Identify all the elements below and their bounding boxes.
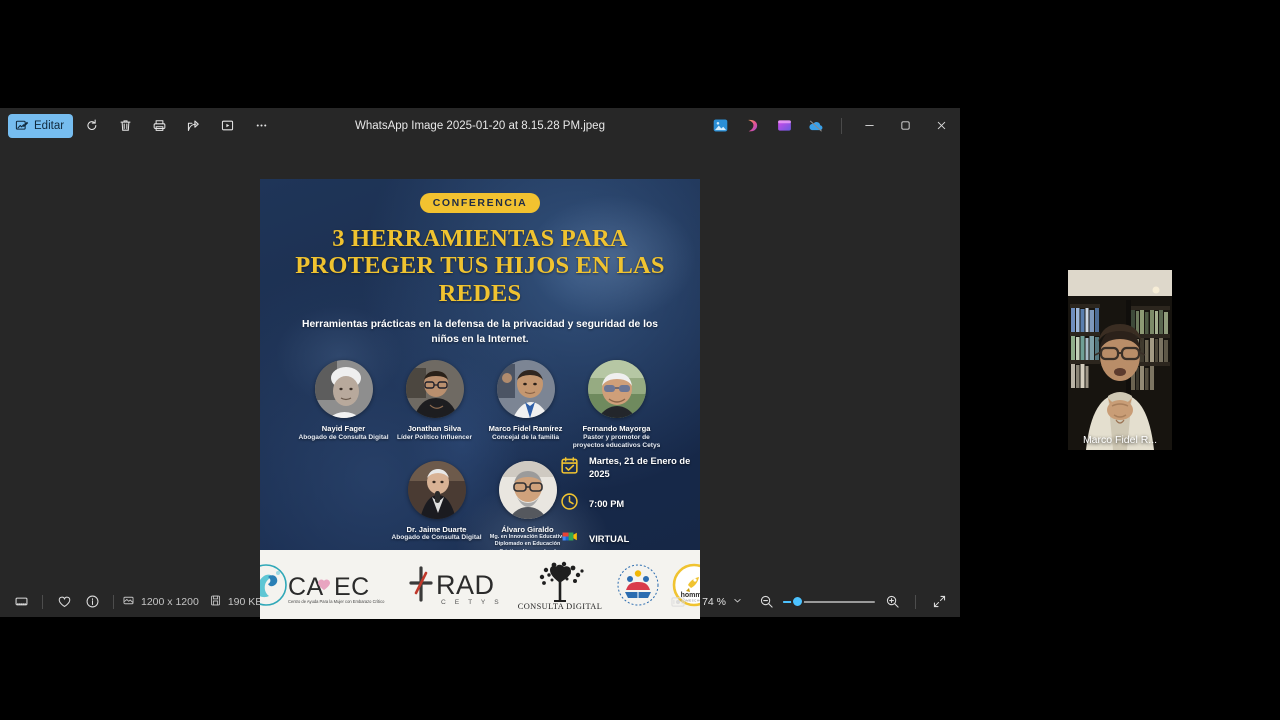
titlebar-divider (841, 117, 842, 134)
speaker-card: Marco Fidel Ramírez Concejal de la famil… (489, 360, 562, 451)
more-icon[interactable] (245, 113, 277, 139)
svg-text:CONSULTA DIGITAL: CONSULTA DIGITAL (518, 602, 603, 611)
screen: Editar WhatsApp Image 2025-01-20 at 8.15… (0, 0, 1280, 720)
favorite-icon[interactable] (51, 590, 77, 614)
rotate-icon[interactable] (75, 113, 107, 139)
zoom-out-icon[interactable] (753, 590, 779, 614)
image-dimensions-group: 1200 x 1200 (122, 594, 199, 610)
statusbar-right-group: 74 % (665, 590, 960, 614)
participant-video-tile[interactable]: Marco Fidel R... (1068, 270, 1172, 450)
speaker-card: Fernando Mayorga Pastor y promotor de pr… (573, 360, 660, 451)
filesize-text: 190 KB (227, 595, 263, 608)
event-platform-text: VIRTUAL (589, 533, 630, 544)
statusbar-divider (42, 594, 43, 609)
onedrive-offline-icon[interactable] (801, 113, 831, 139)
participant-name-label: Marco Fidel R... (1082, 434, 1158, 446)
event-date-text: Martes, 21 de Enero de 2025 (589, 456, 691, 480)
google-meet-icon (560, 527, 579, 551)
speaker-name: Dr. Jaime Duarte (406, 524, 467, 534)
speaker-role: Pastor y promotor de proyectos educativo… (572, 433, 661, 450)
minimize-button[interactable] (852, 109, 886, 143)
speaker-name: Fernando Mayorga (582, 424, 651, 434)
conference-badge: CONFERENCIA (420, 193, 540, 213)
calendar-check-icon (560, 456, 579, 480)
zoom-slider[interactable] (783, 593, 875, 611)
photos-app-icon[interactable] (705, 113, 735, 139)
video-conference-panel: Marco Fidel R... (960, 270, 1280, 450)
rad-cetys-logo: RAD C E T Y S (408, 562, 504, 608)
event-platform-row: VIRTUAL (560, 527, 699, 551)
zoom-level-dropdown[interactable]: 74 % (695, 593, 749, 611)
zoom-slider-knob[interactable] (791, 595, 804, 608)
avatar (405, 360, 464, 419)
speaker-card: Álvaro Giraldo Mg. en Innovación Educati… (490, 460, 565, 556)
info-icon[interactable] (79, 590, 105, 614)
delete-icon[interactable] (109, 113, 141, 139)
avatar (496, 360, 555, 419)
filesize-icon (209, 594, 222, 610)
avatar (314, 360, 373, 419)
edit-button-label: Editar (34, 119, 65, 132)
speaker-card: Jonathan Silva Líder Político Influencer (397, 360, 472, 451)
speaker-role: Concejal de la familia (491, 433, 560, 441)
titlebar-toolbar: Editar (0, 113, 277, 139)
poster-title: 3 HERRAMIENTAS PARA PROTEGER TUS HIJOS E… (295, 225, 665, 307)
close-button[interactable] (924, 109, 958, 143)
foundation-logo (616, 563, 660, 607)
statusbar-divider (915, 594, 916, 609)
image-canvas[interactable]: CONFERENCIA 3 HERRAMIENTAS PARA PROTEGER… (0, 143, 960, 619)
dimensions-icon (122, 594, 135, 610)
svg-text:EC: EC (334, 573, 370, 601)
edit-icon (15, 119, 29, 133)
statusbar-divider (113, 594, 114, 609)
actual-size-icon[interactable] (665, 590, 691, 614)
zoom-level-text: 74 % (702, 595, 726, 608)
speaker-role: Abogado de Consulta Digital (298, 433, 389, 441)
svg-text:RAD: RAD (436, 570, 495, 600)
print-icon[interactable] (143, 113, 175, 139)
window-titlebar: Editar WhatsApp Image 2025-01-20 at 8.15… (0, 108, 960, 143)
svg-text:Centro de Ayuda Para la Mujer: Centro de Ayuda Para la Mujer con Embara… (288, 599, 385, 604)
speaker-name: Marco Fidel Ramírez (488, 424, 563, 434)
chevron-down-icon (733, 596, 742, 608)
dimensions-text: 1200 x 1200 (141, 595, 199, 608)
sponsor-logos-strip: CA EC Centro de Ayuda Para la Mujer con … (260, 550, 700, 619)
camec-logo: CA EC Centro de Ayuda Para la Mujer con … (260, 561, 396, 609)
avatar (587, 360, 646, 419)
zoom-in-icon[interactable] (879, 590, 905, 614)
svg-text:CA: CA (288, 573, 324, 601)
speaker-card: Dr. Jaime Duarte Abogado de Consulta Dig… (391, 460, 482, 556)
clipchamp-app-icon[interactable] (769, 113, 799, 139)
fullscreen-icon[interactable] (926, 590, 952, 614)
maximize-button[interactable] (888, 109, 922, 143)
speakers-row-1: Nayid Fager Abogado de Consulta Digital (260, 360, 700, 451)
event-details: Martes, 21 de Enero de 2025 7:00 PM VIRT… (560, 455, 699, 551)
consulta-digital-logo: CONSULTA DIGITAL (516, 559, 604, 611)
event-time-text: 7:00 PM (589, 498, 625, 509)
filmstrip-icon[interactable] (8, 590, 34, 614)
designer-app-icon[interactable] (737, 113, 767, 139)
poster-subtitle: Herramientas prácticas en la defensa de … (302, 319, 658, 346)
event-date-row: Martes, 21 de Enero de 2025 (560, 455, 699, 481)
photos-viewer-window: Editar WhatsApp Image 2025-01-20 at 8.15… (0, 108, 960, 619)
statusbar-left-group: 1200 x 1200 190 KB (0, 590, 262, 614)
speaker-role: Líder Político Influencer (396, 433, 473, 441)
titlebar-right-group (705, 109, 960, 143)
event-time-row: 7:00 PM (560, 492, 699, 516)
speaker-name: Jonathan Silva (407, 424, 462, 434)
slideshow-icon[interactable] (211, 113, 243, 139)
share-icon[interactable] (177, 113, 209, 139)
speaker-role: Abogado de Consulta Digital (391, 534, 482, 542)
filesize-group: 190 KB (209, 594, 262, 610)
edit-button[interactable]: Editar (8, 113, 74, 138)
svg-text:C E T Y S: C E T Y S (441, 599, 502, 606)
avatar (407, 460, 466, 519)
conference-poster-image: CONFERENCIA 3 HERRAMIENTAS PARA PROTEGER… (260, 179, 700, 619)
clock-icon (560, 492, 579, 516)
speaker-name: Nayid Fager (321, 424, 366, 434)
avatar (498, 460, 557, 519)
speaker-card: Nayid Fager Abogado de Consulta Digital (298, 360, 389, 451)
